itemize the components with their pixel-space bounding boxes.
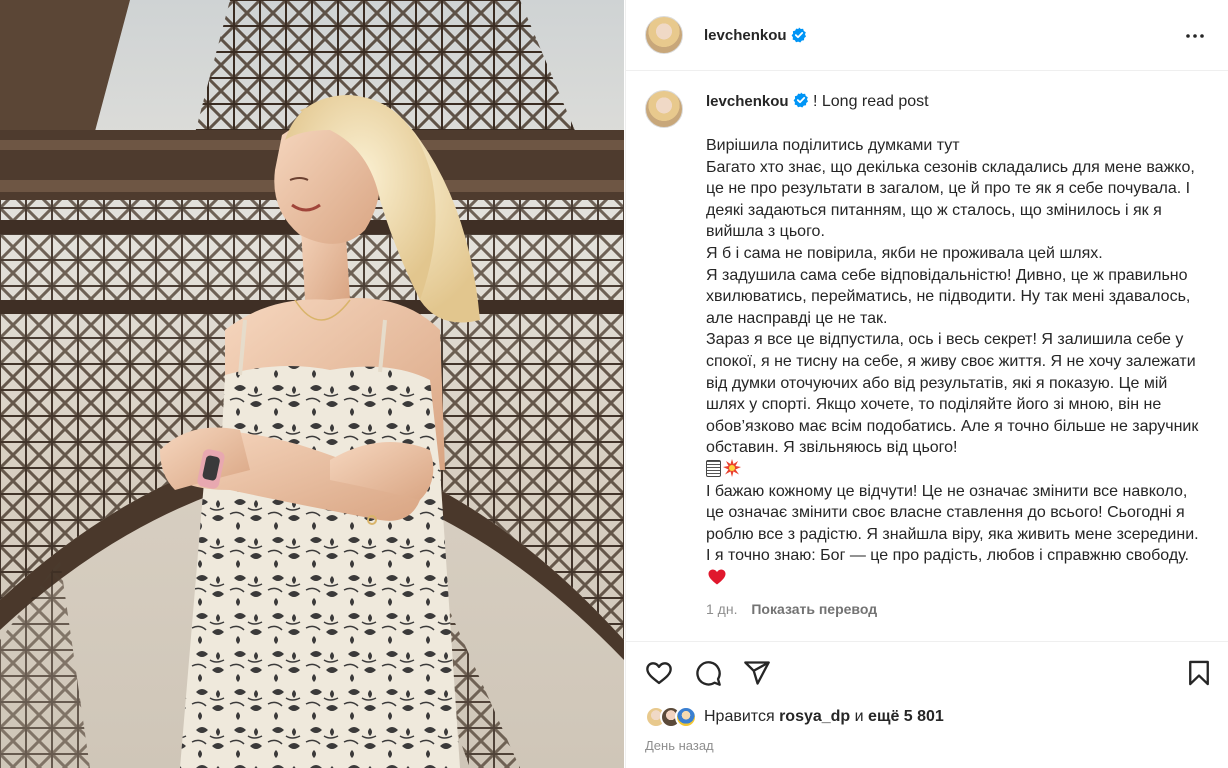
caption-header: levchenkou ! Long read post bbox=[706, 92, 929, 112]
post-header: levchenkou bbox=[626, 0, 1228, 71]
caption-emoji-line bbox=[706, 458, 1206, 481]
caption-author-avatar[interactable] bbox=[645, 90, 683, 128]
post-image-illustration bbox=[0, 0, 624, 768]
caption-line: Багато хто знає, що декілька сезонів скл… bbox=[706, 158, 1195, 241]
author-username[interactable]: levchenkou bbox=[704, 27, 787, 44]
likes-row: Нравится rosya_dp и ещё 5 801 bbox=[645, 706, 944, 728]
caption-meta: 1 дн. Показать перевод bbox=[706, 601, 877, 617]
bookmark-icon[interactable] bbox=[1185, 659, 1213, 687]
likes-summary[interactable]: Нравится rosya_dp и ещё 5 801 bbox=[704, 708, 944, 726]
caption-title: ! Long read post bbox=[812, 93, 929, 110]
caption-line-wrap: Зараз я все це відпустила, ось і весь се… bbox=[706, 329, 1206, 459]
caption-line: Вирішила поділитись думками тут bbox=[706, 137, 960, 154]
post-time: День назад bbox=[645, 738, 714, 753]
paper-plane-icon[interactable] bbox=[743, 659, 771, 687]
likes-user[interactable]: rosya_dp bbox=[779, 708, 850, 725]
red-heart-emoji bbox=[708, 569, 726, 585]
caption-username[interactable]: levchenkou bbox=[706, 93, 789, 110]
translate-link[interactable]: Показать перевод bbox=[751, 601, 877, 617]
post-caption: levchenkou ! Long read post Вирішила под… bbox=[626, 71, 1228, 641]
caption-line: Зараз я все це відпустила, ось і весь се… bbox=[706, 331, 1199, 457]
caption-line: І бажаю кожному це відчути! Це не означа… bbox=[706, 482, 1199, 565]
liker-avatar[interactable] bbox=[675, 706, 697, 728]
author-avatar[interactable] bbox=[645, 16, 683, 54]
collision-emoji bbox=[723, 458, 741, 477]
verified-badge-icon bbox=[793, 92, 808, 108]
caption-time: 1 дн. bbox=[706, 601, 738, 617]
caption-body: Вирішила поділитись думками тут Багато х… bbox=[706, 135, 1206, 588]
heart-outline-icon[interactable] bbox=[645, 659, 673, 687]
likes-and: и bbox=[854, 708, 864, 725]
post-actions: Нравится rosya_dp и ещё 5 801 День назад bbox=[626, 641, 1228, 768]
caption-line: Я б і сама не повірила, якби не проживал… bbox=[706, 244, 1103, 262]
post-side-panel: levchenkou levchenkou ! Long read post В… bbox=[625, 0, 1228, 768]
comment-bubble-icon[interactable] bbox=[694, 659, 722, 687]
dice-emoji bbox=[706, 459, 721, 477]
likes-more[interactable]: ещё 5 801 bbox=[868, 708, 944, 725]
caption-line: Я задушила сама себе відповідальністю! Д… bbox=[706, 266, 1191, 327]
caption-line-wrap: І бажаю кожному це відчути! Це не означа… bbox=[706, 481, 1206, 589]
more-options-icon[interactable] bbox=[1183, 24, 1207, 48]
post-photo[interactable] bbox=[0, 0, 624, 768]
verified-badge-icon bbox=[791, 27, 806, 43]
likes-prefix: Нравится bbox=[704, 708, 775, 725]
